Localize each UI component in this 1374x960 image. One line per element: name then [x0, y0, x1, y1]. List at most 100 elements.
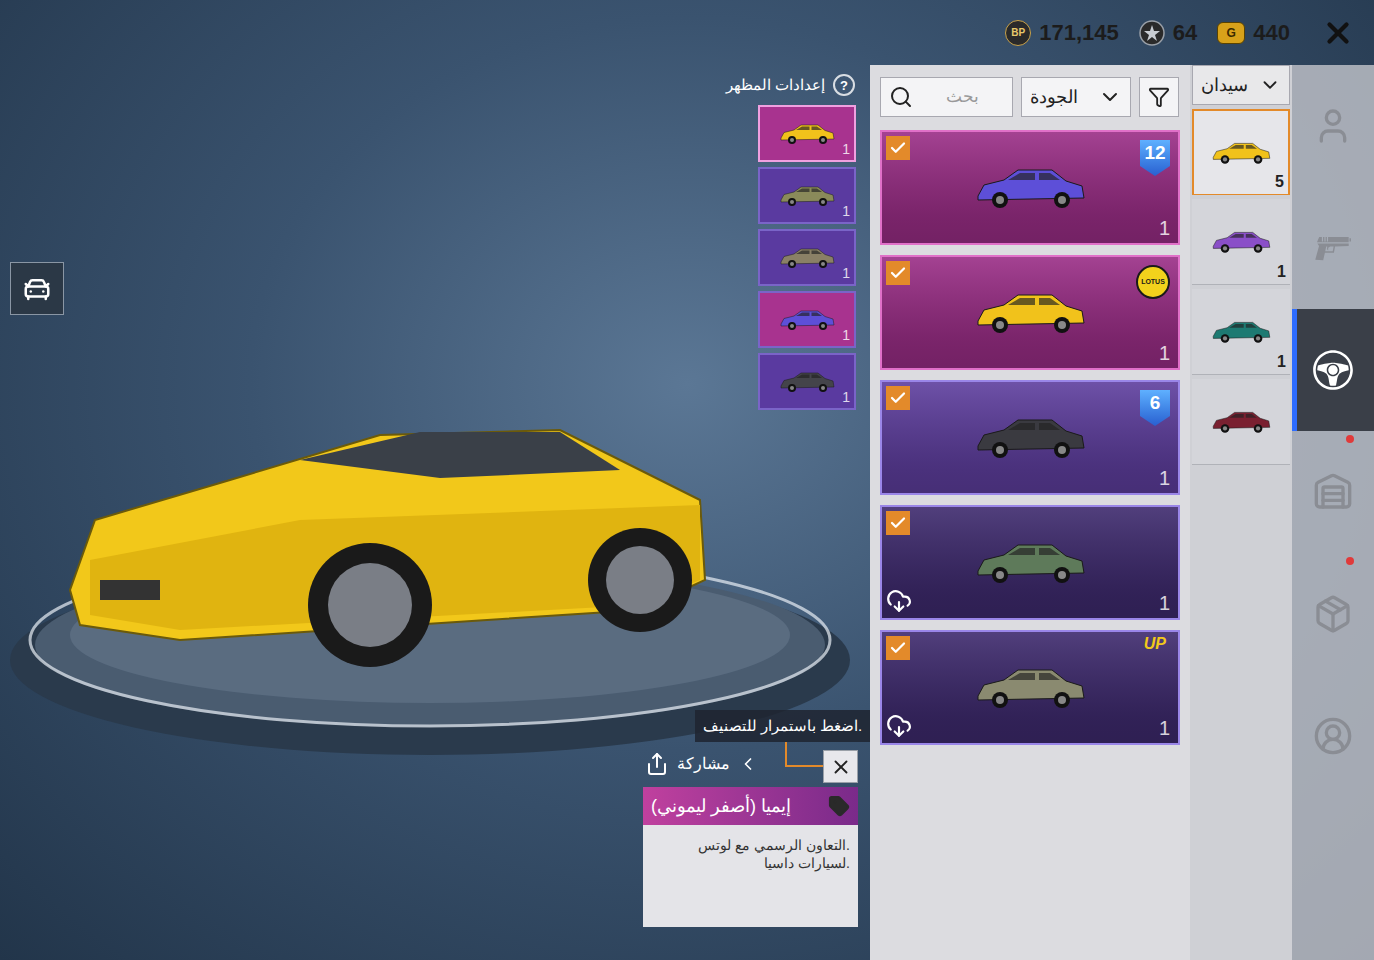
checked-icon[interactable] [886, 636, 910, 660]
skin-card[interactable]: UP 1 [880, 630, 1180, 745]
lotus-badge: LOTUS [1136, 265, 1170, 299]
cloud-download-icon[interactable] [886, 588, 912, 614]
close-icon [1321, 16, 1355, 50]
skin-count: 1 [1159, 338, 1170, 368]
selected-bar [1292, 309, 1297, 431]
alert-dot [1346, 557, 1354, 565]
share-label: مشاركة [677, 752, 730, 776]
vehicle-type-label: سيدان [1201, 72, 1248, 99]
car-skin [970, 408, 1090, 468]
search-field[interactable]: بحث [880, 77, 1013, 117]
skin-count: 1 [1159, 588, 1170, 618]
preview-thumbnail[interactable]: 1 [758, 353, 856, 410]
currency-amount: 64 [1173, 16, 1197, 49]
steering-wheel-icon [1311, 348, 1355, 392]
character-icon [1313, 106, 1353, 146]
car-thumbnail [777, 119, 837, 149]
currency-amount: 440 [1253, 16, 1290, 49]
vehicle-type-item[interactable] [1192, 379, 1290, 465]
tooltip-connector [785, 765, 823, 767]
inventory-section: BP171,14564G440بحثالجودة121LOTUS1611UP1س… [870, 0, 1374, 960]
category-nav-item[interactable] [1292, 309, 1374, 431]
skin-card[interactable]: LOTUS 1 [880, 255, 1180, 370]
category-nav-item[interactable] [1292, 187, 1374, 309]
skin-panel: بحث الجودة 121 LOTUS 1 61 1 UP 1 [870, 65, 1190, 960]
skin-card[interactable]: 61 [880, 380, 1180, 495]
g-coin-icon: G [1217, 22, 1245, 44]
currency: BP 171,145 [1005, 16, 1119, 49]
vehicle-type-column: سيدان 5 1 1 [1190, 65, 1292, 960]
pistol-icon [1313, 228, 1353, 268]
vehicle-type-item[interactable]: 5 [1192, 109, 1290, 195]
preview-thumbnail[interactable]: 1 [758, 105, 856, 162]
category-nav-item[interactable] [1292, 675, 1374, 797]
share-icon [645, 752, 669, 776]
description-line: لسيارات داسيا. [651, 855, 850, 873]
vehicle-type-car [1209, 137, 1273, 169]
preview-thumbnail[interactable]: 1 [758, 167, 856, 224]
car-thumbnail [777, 181, 837, 211]
search-icon [889, 85, 913, 109]
up-badge: UP [1144, 636, 1166, 652]
vehicle-type-car [1209, 316, 1273, 348]
help-icon[interactable]: ? [833, 74, 855, 96]
category-nav-item[interactable] [1292, 553, 1374, 675]
category-nav-item[interactable] [1292, 65, 1374, 187]
thumbnail-count: 1 [842, 139, 850, 160]
skin-card[interactable]: 1 [880, 505, 1180, 620]
sort-label: الجودة [1030, 84, 1078, 111]
car-skin [970, 158, 1090, 218]
appearance-settings-label: إعدادات المظهر [726, 74, 825, 97]
skin-count: 1 [1159, 713, 1170, 743]
thumbnail-count: 1 [842, 263, 850, 284]
bp-coin-icon: BP [1005, 20, 1031, 46]
category-nav-item[interactable] [1292, 431, 1374, 553]
item-name-header: إيميا (أصفر ليموني) [643, 787, 858, 825]
car-skin [970, 658, 1090, 718]
skin-card[interactable]: 121 [880, 130, 1180, 245]
view-vehicle-button[interactable] [10, 262, 64, 315]
sort-dropdown[interactable]: الجودة [1021, 77, 1131, 117]
category-nav [1292, 65, 1374, 960]
checked-icon[interactable] [886, 386, 910, 410]
tag-icon [828, 795, 850, 817]
car-skin [970, 533, 1090, 593]
vehicle-type-dropdown[interactable]: سيدان [1192, 65, 1290, 105]
currency-amount: 171,145 [1039, 16, 1119, 49]
vehicle-showroom: إعدادات المظهر? 1 1 1 1 1 اضغط باستمرار للتصني… [0, 0, 870, 960]
hint-tooltip: اضغط باستمرار للتصنيف. [695, 710, 870, 742]
close-button[interactable] [1318, 13, 1358, 53]
chevron-left-icon [738, 754, 758, 774]
vehicle-type-count: 1 [1277, 260, 1286, 284]
appearance-settings[interactable]: إعدادات المظهر? [726, 74, 855, 97]
search-placeholder: بحث [921, 84, 1004, 110]
checked-icon[interactable] [886, 136, 910, 160]
vehicle-type-item[interactable]: 1 [1192, 289, 1290, 375]
checked-icon[interactable] [886, 511, 910, 535]
close-info-button[interactable] [823, 750, 858, 783]
thumbnail-count: 1 [842, 325, 850, 346]
preview-thumbnail[interactable]: 1 [758, 291, 856, 348]
item-name: إيميا (أصفر ليموني) [651, 793, 791, 820]
share-button[interactable]: مشاركة [645, 752, 758, 776]
car-thumbnail [777, 243, 837, 273]
cloud-download-icon[interactable] [886, 713, 912, 739]
chevron-down-icon [1098, 85, 1122, 109]
filter-icon [1148, 86, 1170, 108]
ag-coin-icon [1139, 20, 1165, 46]
filter-button[interactable] [1139, 77, 1179, 117]
description-line: التعاون الرسمي مع لوتس. [651, 837, 850, 855]
vehicle-type-car [1209, 226, 1273, 258]
app: إعدادات المظهر?11111اضغط باستمرار للتصني… [0, 0, 1374, 960]
currency: 64 [1139, 16, 1197, 49]
checked-icon[interactable] [886, 261, 910, 285]
building-icon [1313, 472, 1353, 512]
car-thumbnail [777, 367, 837, 397]
alert-dot [1346, 435, 1354, 443]
outfit-icon [1313, 716, 1353, 756]
vehicle-type-item[interactable]: 1 [1192, 199, 1290, 285]
vehicle-type-count: 5 [1275, 170, 1284, 194]
inventory-panels: بحثالجودة121LOTUS1611UP1سيدان511 [870, 65, 1374, 960]
chevron-down-icon [1259, 74, 1281, 96]
preview-thumbnail[interactable]: 1 [758, 229, 856, 286]
